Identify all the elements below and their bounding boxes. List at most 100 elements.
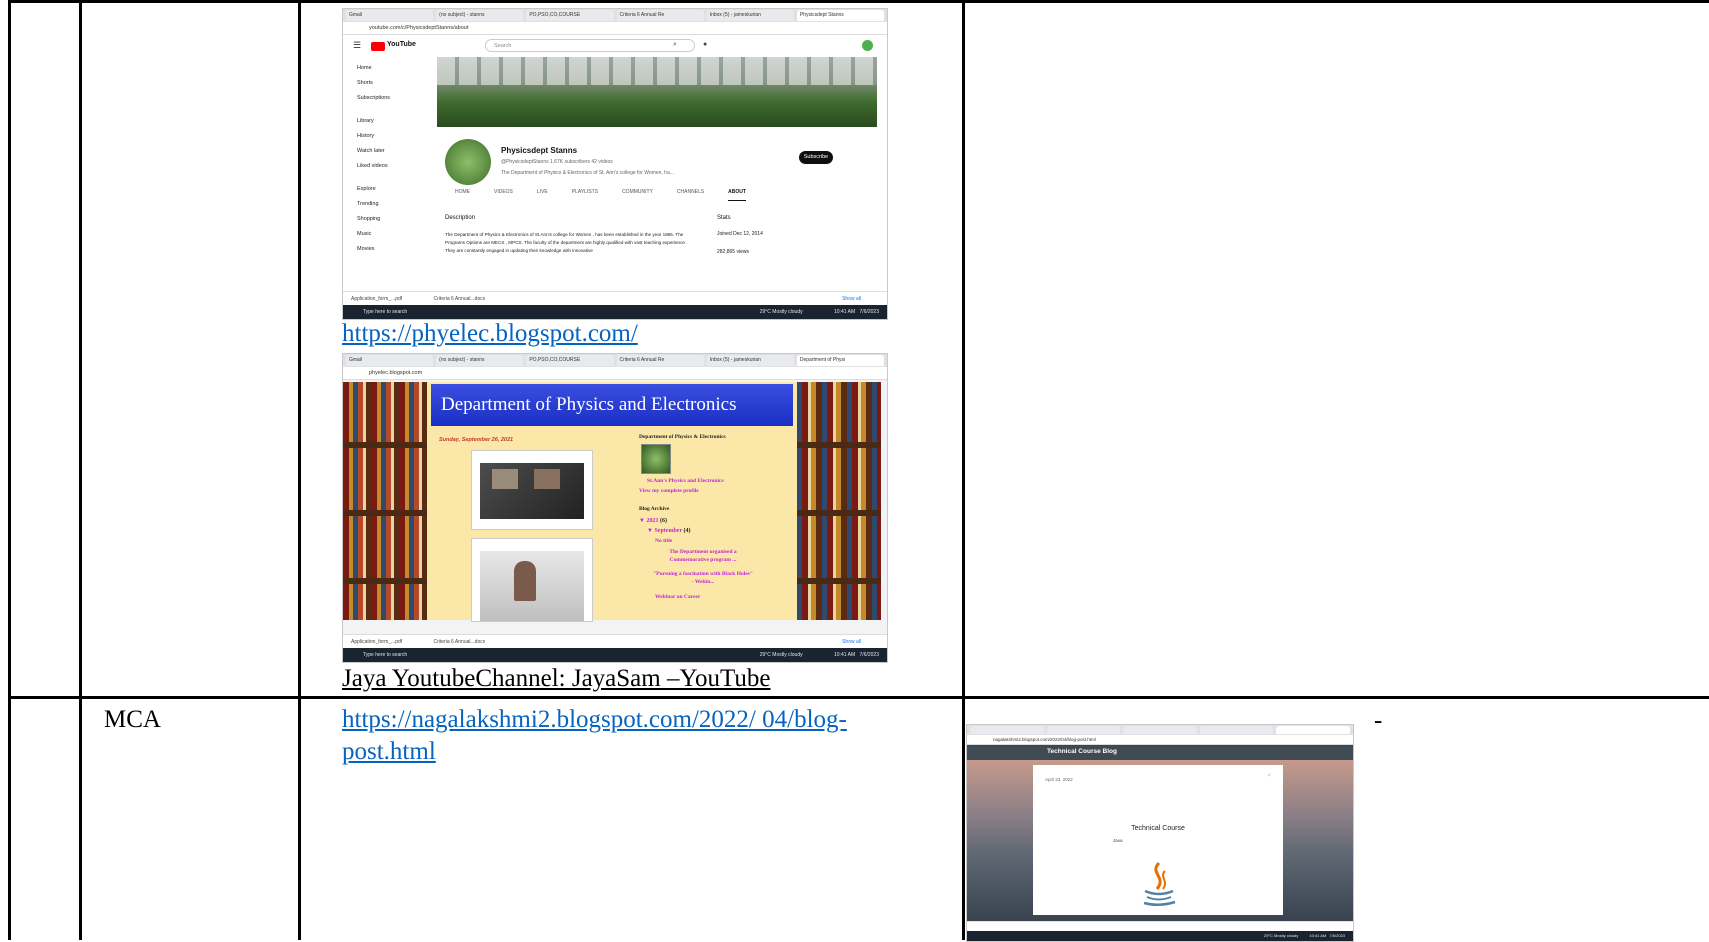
archive-month-label: September: [654, 528, 683, 534]
blog-body: Department of Physics and Electronics Su…: [427, 382, 797, 622]
windows-taskbar: Type here to search 29°C Mostly cloudy 1…: [343, 648, 887, 662]
channel-tab: HOME: [455, 189, 470, 195]
view-count: 282,865 views: [717, 249, 749, 255]
archive-year: ▼ 2021 (6): [639, 518, 667, 524]
youtube-logo: [371, 42, 385, 51]
sidebar-item: History: [357, 133, 375, 139]
bookshelf-right: [797, 382, 881, 620]
system-tray: 29°C Mostly cloudy 10:41 AM 7/6/2023: [760, 305, 879, 319]
clock-time: 10:41 AM: [834, 652, 856, 658]
browser-tab: [1199, 726, 1274, 734]
share-icon: <: [1267, 773, 1271, 779]
blog-top-bar: Technical Course Blog: [967, 746, 1353, 760]
archive-heading: Blog Archive: [639, 506, 670, 512]
mic-icon: ●: [703, 40, 708, 48]
browser-tab: Criteria 6 Annual Re: [616, 10, 704, 21]
table-border-top: [8, 0, 1709, 3]
archive-post: No title: [655, 538, 673, 544]
browser-tab-active: Physicsdept Stanns: [796, 10, 885, 21]
joined-date: Joined Dec 12, 2014: [717, 231, 763, 237]
channel-caption[interactable]: Jaya YoutubeChannel: JayaSam –YouTube: [342, 664, 771, 694]
search-icon: ⌕: [673, 40, 677, 48]
channel-tab: CHANNELS: [676, 189, 705, 195]
archive-month-count: (4): [683, 528, 691, 534]
address-bar: nagalakshmi2.blogspot.com/2022/04/blog-p…: [967, 735, 1353, 745]
blog-post-link-line2: post.html: [342, 738, 436, 765]
post-subtitle: Java: [1113, 838, 1123, 843]
java-logo: [1139, 861, 1179, 907]
archive-post: Webinar on Career: [655, 594, 701, 600]
blog-header: Department of Physics and Electronics: [431, 384, 793, 426]
browser-tab: (no subject) - stanns: [436, 355, 524, 366]
profile-name: St.Ann's Physics and Electronics: [647, 478, 724, 484]
browser-tab-active: [1276, 726, 1350, 734]
show-all-link: Show all: [842, 296, 861, 302]
show-all-link: Show all: [842, 639, 861, 645]
profile-link: View my complete profile: [639, 488, 699, 494]
channel-tab: LIVE: [536, 189, 548, 195]
channel-tab: VIDEOS: [494, 189, 513, 195]
browser-tab: PO,PSO,CO,COURSE: [526, 10, 614, 21]
downloads-bar: Application_form_...pdf Criteria 6 Annua…: [343, 291, 887, 305]
channel-tab: COMMUNITY: [622, 189, 653, 195]
clock-time: 10:41 AM: [834, 309, 856, 315]
browser-tab: Gmail: [346, 355, 434, 366]
channel-handle: @PhysicsdeptStanns 1.67K subscribers 42 …: [501, 159, 613, 165]
archive-post: "Pursuing a fascination with Black Holes…: [653, 571, 753, 585]
download-item: Criteria 6 Annual...docx: [433, 296, 486, 302]
clock-date: 7/6/2023: [859, 309, 879, 315]
browser-tabs: Gmail (no subject) - stanns PO,PSO,CO,CO…: [343, 9, 887, 22]
program-name: MCA: [104, 706, 161, 733]
archive-year-count: (6): [659, 518, 667, 524]
youtube-search-input: Search: [485, 39, 695, 52]
sidebar-item: Movies: [357, 246, 375, 252]
blog-screenshot: Gmail (no subject) - stanns PO,PSO,CO,CO…: [342, 353, 888, 663]
sidebar-item: Home: [357, 65, 372, 71]
channel-name: Physicsdept Stanns: [501, 146, 578, 155]
channel-banner: [437, 57, 877, 127]
blog-post-link[interactable]: https://nagalakshmi2.blogspot.com/2022/ …: [342, 704, 942, 768]
taskbar-search: Type here to search: [363, 309, 408, 315]
address-bar: youtube.com/c/PhysicsdeptStanns/about: [343, 22, 887, 35]
technical-course-screenshot: nagalakshmi2.blogspot.com/2022/04/blog-p…: [966, 724, 1354, 942]
channel-avatar: [445, 139, 491, 185]
channel-tabs: HOME VIDEOS LIVE PLAYLISTS COMMUNITY CHA…: [455, 189, 855, 201]
menu-icon: ☰: [353, 40, 362, 50]
sidebar-item: Shorts: [357, 80, 373, 86]
table-border-left: [8, 0, 11, 940]
clock-date: 7/6/2023: [859, 652, 879, 658]
download-item: Application_form_...pdf: [351, 296, 403, 302]
table-border-col2: [298, 0, 301, 940]
blog-link[interactable]: https://phyelec.blogspot.com/: [342, 318, 638, 350]
avatar: [862, 40, 873, 51]
windows-taskbar: Type here to search 29°C Mostly cloudy 1…: [343, 305, 887, 319]
side-heading: Department of Physics & Electronics: [639, 434, 726, 440]
weather-text: 29°C Mostly cloudy: [1263, 933, 1299, 938]
weather-text: 29°C Mostly cloudy: [759, 652, 803, 658]
system-tray: 29°C Mostly cloudy 10:41 AM 7/6/2023: [760, 648, 879, 662]
browser-tab: PO,PSO,CO,COURSE: [526, 355, 614, 366]
browser-tab: Gmail: [346, 10, 434, 21]
youtube-header: ☰ YouTube Search ⌕ ●: [343, 36, 887, 56]
profile-image: [641, 444, 671, 474]
archive-post: The Department organised a Commemorative…: [669, 549, 737, 563]
browser-tab: [1123, 726, 1197, 734]
channel-tab-active: ABOUT: [728, 189, 746, 201]
browser-tab-active: Department of Physi: [796, 355, 885, 366]
browser-tab: Inbox (5) - jameskurian: [706, 10, 794, 21]
blog-title: Technical Course Blog: [1047, 748, 1117, 755]
browser-tabs: Gmail (no subject) - stanns PO,PSO,CO,CO…: [343, 354, 887, 367]
sidebar-item: Liked videos: [357, 163, 388, 169]
blog-post-link-line1: https://nagalakshmi2.blogspot.com/2022/ …: [342, 706, 847, 733]
youtube-logo-text: YouTube: [387, 41, 416, 48]
channel-about: The Department of Physics & Electronics …: [501, 170, 674, 176]
downloads-bar: [967, 921, 1353, 931]
sidebar-item: Watch later: [357, 148, 385, 154]
browser-tab: [970, 726, 1044, 734]
browser-tab: Inbox (5) - jameskurian: [706, 355, 794, 366]
archive-month: ▼ September (4): [647, 528, 691, 534]
table-row-divider: [8, 696, 1709, 699]
download-item: Application_form_...pdf: [351, 639, 403, 645]
youtube-sidebar: Home Shorts Subscriptions Library Histor…: [357, 61, 417, 257]
youtube-screenshot: Gmail (no subject) - stanns PO,PSO,CO,CO…: [342, 8, 888, 320]
